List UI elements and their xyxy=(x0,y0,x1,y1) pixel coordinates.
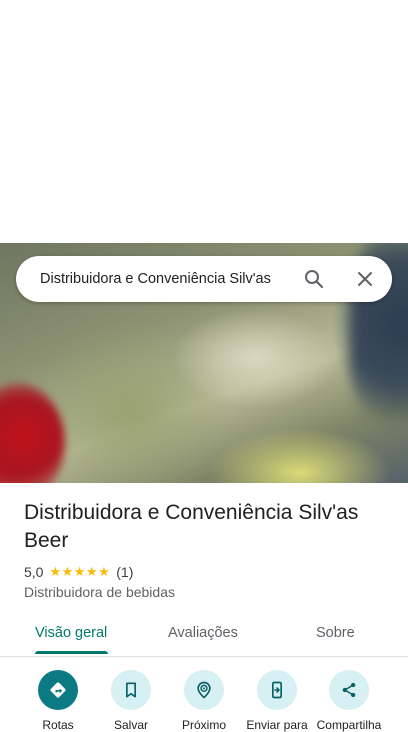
bookmark-icon xyxy=(111,670,151,710)
tab-overview[interactable]: Visão geral xyxy=(35,612,107,654)
save-label: Salvar xyxy=(113,718,148,732)
directions-icon xyxy=(38,670,78,710)
save-button[interactable]: Salvar xyxy=(96,670,166,732)
nearby-icon xyxy=(184,670,224,710)
search-bar[interactable]: Distribuidora e Conveniência Silv'as xyxy=(16,256,392,302)
send-to-phone-icon xyxy=(257,670,297,710)
share-label: Compartilha xyxy=(316,718,382,732)
directions-button[interactable]: Rotas xyxy=(23,670,93,732)
send-to-phone-label: Enviar para xyxy=(246,718,308,732)
tab-reviews[interactable]: Avaliações xyxy=(168,612,238,654)
share-button[interactable]: Compartilha xyxy=(314,670,384,732)
map-area-blank xyxy=(0,0,408,243)
rating-stars: ★★★★★ xyxy=(49,564,111,579)
share-icon xyxy=(329,670,369,710)
close-icon[interactable] xyxy=(353,267,377,291)
rating-value: 5,0 xyxy=(24,564,44,580)
send-to-phone-button[interactable]: Enviar para xyxy=(242,670,312,732)
nearby-button[interactable]: Próximo xyxy=(169,670,239,732)
search-icon[interactable] xyxy=(302,267,326,291)
photo-red-blur xyxy=(0,383,65,483)
nearby-label: Próximo xyxy=(181,718,226,732)
tab-about[interactable]: Sobre xyxy=(316,612,355,654)
review-count[interactable]: (1) xyxy=(116,564,133,580)
active-tab-indicator xyxy=(35,651,108,654)
rating-row[interactable]: 5,0 ★★★★★ (1) xyxy=(24,563,133,581)
place-category[interactable]: Distribuidora de bebidas xyxy=(24,584,175,600)
directions-label: Rotas xyxy=(42,718,74,732)
search-input[interactable]: Distribuidora e Conveniência Silv'as xyxy=(40,256,290,302)
place-title: Distribuidora e Conveniência Silv'as Bee… xyxy=(24,501,359,552)
